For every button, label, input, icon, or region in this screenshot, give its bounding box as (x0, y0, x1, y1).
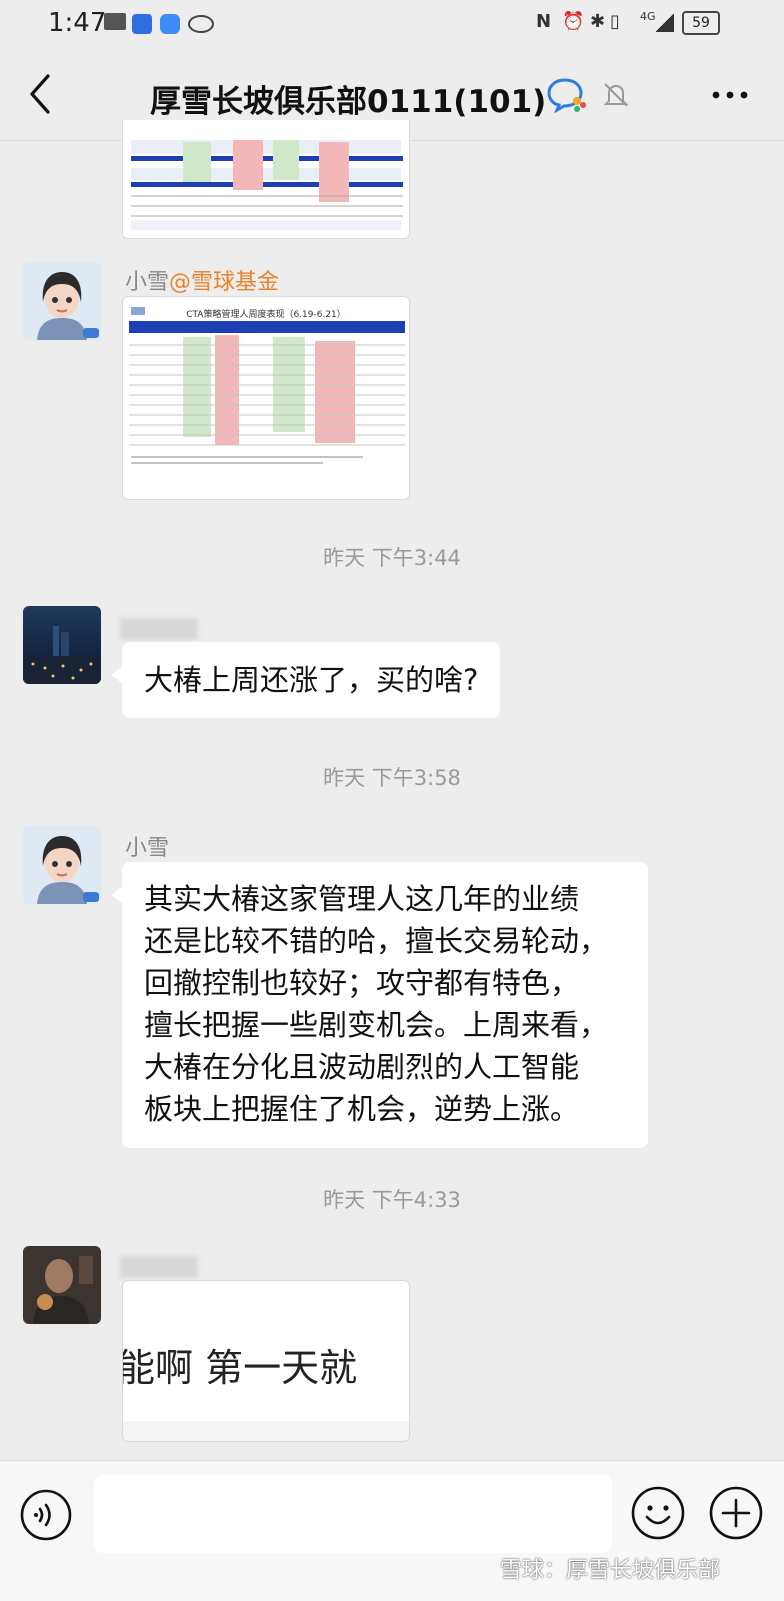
avatar-member-portrait[interactable] (23, 1246, 101, 1324)
emoji-icon[interactable] (630, 1485, 686, 1541)
image-message-previous[interactable] (122, 120, 410, 239)
message-line: 大椿在分化且波动剧烈的人工智能 (144, 1050, 580, 1084)
text-message[interactable]: 大椿上周还涨了，买的啥? (110, 642, 501, 718)
sender-name: 小雪@雪球基金 (125, 264, 279, 296)
more-dots-icon[interactable] (710, 80, 750, 110)
nfc-icon: N (536, 11, 552, 32)
voice-icon[interactable] (20, 1489, 72, 1541)
vibrate-icon: ▯ (610, 11, 620, 32)
message-line: 擅长把握一些剧变机会。上周来看， (144, 1008, 609, 1042)
chevron-left-icon[interactable] (22, 68, 62, 120)
message-line: 回撤控制也较好；攻守都有特色， (144, 966, 580, 1000)
message-line: 板块上把握住了机会，逆势上涨。 (144, 1092, 580, 1126)
plus-icon[interactable] (708, 1485, 764, 1541)
table-image-preview (123, 120, 409, 238)
cloud-icon (160, 14, 180, 34)
status-time: 1:47 (48, 8, 107, 38)
image-text-snippet: 能啊 第一天就 (122, 1346, 358, 1390)
table-image-preview: CTA策略管理人周度表现（6.19-6.21） (123, 297, 409, 499)
timestamp: 昨天 下午3:58 (323, 766, 461, 790)
image-divider (123, 1421, 409, 1441)
avatar-xiaoxue[interactable] (23, 262, 101, 340)
wecom-chat-icon (547, 77, 587, 114)
timestamp: 昨天 下午4:33 (323, 1188, 461, 1212)
sender-name-blurred (120, 618, 198, 640)
sender-name-blurred (120, 1256, 198, 1278)
table-image-title: CTA策略管理人周度表现（6.19-6.21） (186, 308, 346, 320)
chat-title: 厚雪长坡俱乐部0111(101) (150, 84, 547, 120)
mail-icon (104, 13, 126, 30)
avatar-member-city[interactable] (23, 606, 101, 684)
alarm-icon: ⏰ (562, 11, 585, 32)
message-line: 其实大椿这家管理人这几年的业绩 (144, 882, 580, 916)
sender-label: 小雪 (125, 270, 170, 295)
message-input[interactable] (94, 1475, 612, 1553)
text-message-long[interactable]: 其实大椿这家管理人这几年的业绩 还是比较不错的哈，擅长交易轮动， 回撤控制也较好… (111, 862, 648, 1148)
sender-name: 小雪 (125, 836, 170, 861)
image-message-cta-table[interactable]: CTA策略管理人周度表现（6.19-6.21） (122, 296, 410, 500)
mention-link[interactable]: @雪球基金 (169, 270, 279, 295)
battery-icon: 59 (682, 11, 720, 35)
message-line: 还是比较不错的哈，擅长交易轮动， (144, 924, 609, 958)
bluetooth-icon: ✱ (590, 11, 606, 32)
message-text: 大椿上周还涨了，买的啥? (144, 663, 479, 697)
bell-off-icon (601, 80, 631, 110)
image-message-screenshot[interactable]: 能啊 第一天就 (122, 1280, 410, 1442)
avatar-xiaoxue[interactable] (23, 826, 101, 904)
timestamp: 昨天 下午3:44 (323, 546, 461, 570)
status-bar: 1:47 N ⏰ ✱ ▯ 4G 59 (0, 0, 784, 48)
watermark: 雪球：厚雪长坡俱乐部 (500, 1558, 721, 1583)
signal-icon (656, 12, 674, 32)
network-type: 4G (640, 10, 656, 23)
eye-icon (188, 15, 214, 33)
app-notification-icon (132, 14, 152, 34)
